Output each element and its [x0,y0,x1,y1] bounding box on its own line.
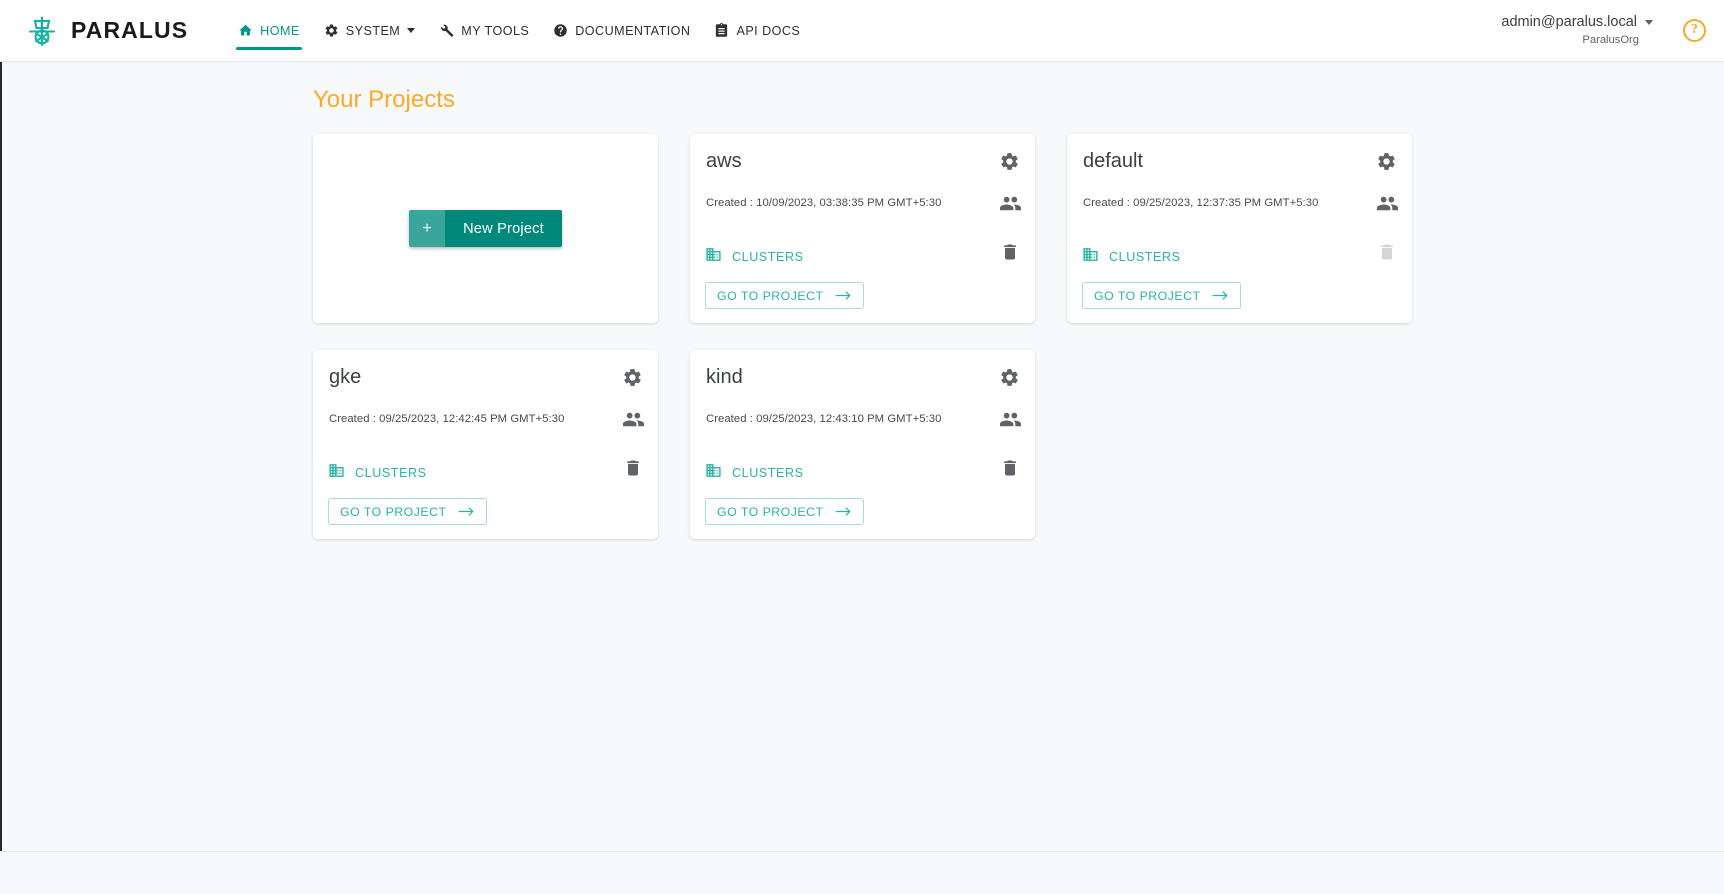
home-icon [238,23,253,38]
brand[interactable]: PARALUS [22,11,188,51]
project-settings-gear-icon[interactable] [1376,151,1397,172]
user-email-row: admin@paralus.local [1501,14,1653,31]
nav-label-my-tools: MY TOOLS [461,23,530,38]
clipboard-icon [714,23,729,38]
plus-icon: + [409,210,446,247]
footer-area [0,852,1724,894]
project-delete-icon[interactable] [623,458,643,478]
header-right: admin@paralus.local ParalusOrg ? [1501,14,1706,48]
arrow-right-icon [835,506,852,517]
project-delete-icon[interactable] [1000,242,1020,262]
arrow-right-icon [458,506,475,517]
goto-project-button[interactable]: GO TO PROJECT [1082,282,1242,309]
nav-item-home[interactable]: HOME [226,0,312,62]
clusters-label: CLUSTERS [355,466,427,480]
project-name: default [1083,150,1144,172]
arrow-right-icon [1212,290,1229,301]
project-name: kind [706,366,743,388]
clusters-label: CLUSTERS [732,466,804,480]
projects-grid: + New Project aws Created : 10/09/2023, … [313,134,1418,539]
paralus-anchor-logo-icon [22,11,62,51]
project-created: Created : 09/25/2023, 12:43:10 PM GMT+5:… [706,413,942,425]
project-delete-icon[interactable] [1000,458,1020,478]
nav-label-documentation: DOCUMENTATION [575,23,691,38]
clusters-building-icon [705,246,722,268]
project-users-icon[interactable] [622,408,645,431]
project-card: default Created : 09/25/2023, 12:37:35 P… [1067,134,1412,323]
project-settings-gear-icon[interactable] [999,367,1020,388]
project-users-icon[interactable] [999,192,1022,215]
help-circle-icon [553,23,568,38]
arrow-right-icon [835,290,852,301]
project-created: Created : 09/25/2023, 12:42:45 PM GMT+5:… [329,413,565,425]
goto-project-button[interactable]: GO TO PROJECT [328,498,488,525]
project-created: Created : 09/25/2023, 12:37:35 PM GMT+5:… [1083,197,1319,209]
project-name: aws [706,150,742,172]
project-settings-gear-icon[interactable] [622,367,643,388]
clusters-label: CLUSTERS [732,250,804,264]
clusters-building-icon [705,462,722,484]
main-nav: HOME SYSTEM MY TOOLS DOCUMENTATION API D… [226,0,812,62]
new-project-label: New Project [445,210,562,247]
project-clusters-link[interactable]: CLUSTERS [328,462,427,484]
goto-project-label: GO TO PROJECT [1094,288,1201,303]
project-users-icon[interactable] [1376,192,1399,215]
user-org: ParalusOrg [1582,34,1639,47]
nav-item-api-docs[interactable]: API DOCS [702,0,812,62]
brand-name: PARALUS [71,17,189,43]
chevron-down-icon [1645,19,1653,25]
nav-item-my-tools[interactable]: MY TOOLS [427,0,541,62]
main-content: Your Projects + New Project aws Created … [0,62,1724,539]
goto-project-label: GO TO PROJECT [717,288,824,303]
gear-icon [324,23,339,38]
nav-label-home: HOME [260,23,300,38]
nav-active-underline [236,47,302,50]
new-project-card: + New Project [313,134,658,323]
user-menu[interactable]: admin@paralus.local ParalusOrg [1501,14,1653,48]
nav-item-documentation[interactable]: DOCUMENTATION [541,0,702,62]
goto-project-button[interactable]: GO TO PROJECT [705,282,865,309]
project-card: gke Created : 09/25/2023, 12:42:45 PM GM… [313,350,658,539]
nav-label-api-docs: API DOCS [736,23,801,38]
project-delete-icon-disabled [1377,242,1397,262]
nav-label-system: SYSTEM [345,23,401,38]
project-card: kind Created : 09/25/2023, 12:43:10 PM G… [690,350,1035,539]
project-name: gke [329,366,362,388]
project-created: Created : 10/09/2023, 03:38:35 PM GMT+5:… [706,197,942,209]
page-title: Your Projects [313,86,455,113]
help-icon[interactable]: ? [1683,18,1706,42]
clusters-building-icon [1082,246,1099,268]
clusters-label: CLUSTERS [1109,250,1181,264]
project-clusters-link[interactable]: CLUSTERS [705,462,804,484]
clusters-building-icon [328,462,345,484]
goto-project-label: GO TO PROJECT [717,504,824,519]
wrench-icon [439,23,454,38]
app-header: PARALUS HOME SYSTEM MY TOOLS DOCUMENTATI… [0,0,1724,62]
project-settings-gear-icon[interactable] [999,151,1020,172]
user-email: admin@paralus.local [1501,13,1637,30]
project-card: aws Created : 10/09/2023, 03:38:35 PM GM… [690,134,1035,323]
nav-item-system[interactable]: SYSTEM [312,0,427,62]
project-users-icon[interactable] [999,408,1022,431]
goto-project-button[interactable]: GO TO PROJECT [705,498,865,525]
new-project-button[interactable]: + New Project [409,210,562,247]
project-clusters-link[interactable]: CLUSTERS [705,246,804,268]
goto-project-label: GO TO PROJECT [340,504,447,519]
chevron-down-icon [407,28,416,33]
project-clusters-link[interactable]: CLUSTERS [1082,246,1181,268]
